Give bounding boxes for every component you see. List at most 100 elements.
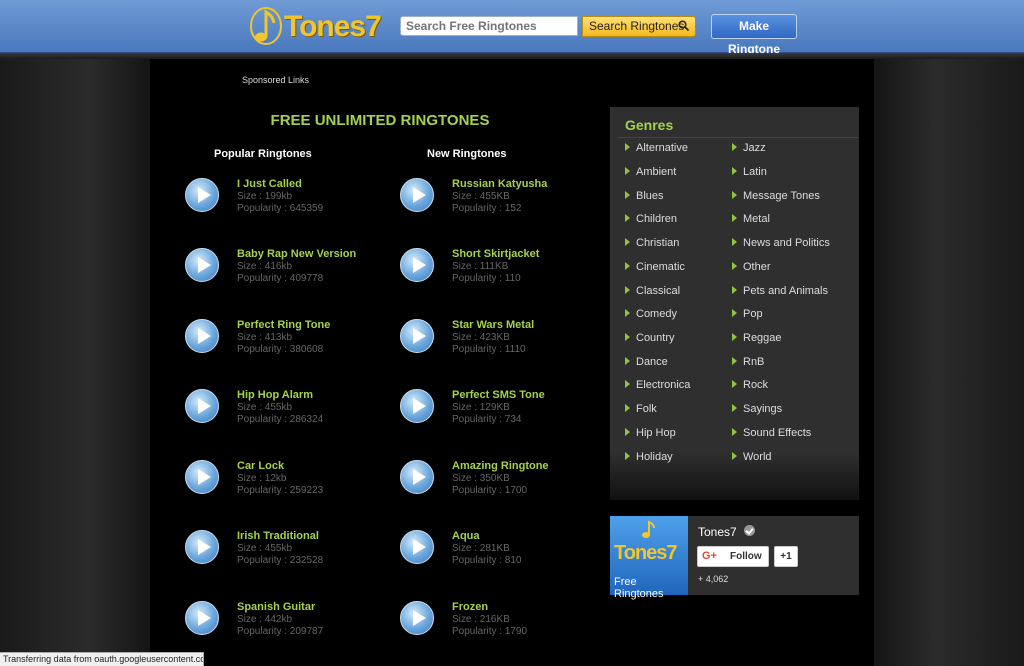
ringtone-title[interactable]: Short Skirtjacket: [452, 248, 539, 260]
play-icon[interactable]: [400, 319, 434, 353]
new-ringtone-item[interactable]: Star Wars Metal Size : 423KB Popularity …: [400, 319, 600, 369]
genre-link[interactable]: Sayings: [732, 403, 782, 415]
ringtone-title[interactable]: Perfect SMS Tone: [452, 389, 545, 401]
play-icon[interactable]: [185, 601, 219, 635]
genre-link[interactable]: Hip Hop: [625, 427, 676, 439]
genre-label: Hip Hop: [636, 427, 676, 439]
genre-link[interactable]: Country: [625, 332, 675, 344]
play-icon[interactable]: [400, 601, 434, 635]
genre-link[interactable]: Jazz: [732, 142, 766, 154]
genre-label: Christian: [636, 237, 680, 249]
play-icon[interactable]: [400, 248, 434, 282]
ringtone-title[interactable]: Hip Hop Alarm: [237, 389, 313, 401]
play-icon[interactable]: [185, 460, 219, 494]
new-ringtone-item[interactable]: Frozen Size : 216KB Popularity : 1790: [400, 601, 600, 651]
play-icon[interactable]: [185, 178, 219, 212]
genre-link[interactable]: RnB: [732, 356, 764, 368]
make-ringtone-button[interactable]: Make Ringtone: [711, 14, 797, 56]
play-icon[interactable]: [185, 389, 219, 423]
plus-one-button[interactable]: +1: [774, 546, 798, 567]
ringtone-title[interactable]: I Just Called: [237, 178, 302, 190]
play-icon[interactable]: [400, 389, 434, 423]
arrow-right-icon: [625, 143, 630, 151]
new-ringtone-item[interactable]: Short Skirtjacket Size : 111KB Popularit…: [400, 248, 600, 298]
genre-link[interactable]: News and Politics: [732, 237, 830, 249]
ringtone-title[interactable]: Frozen: [452, 601, 488, 613]
new-ringtone-item[interactable]: Russian Katyusha Size : 455KB Popularity…: [400, 178, 600, 228]
ringtone-popularity: Popularity : 209787: [237, 626, 324, 637]
ringtone-size: Size : 455kb: [237, 402, 293, 413]
search-input[interactable]: [400, 16, 578, 36]
ringtone-title[interactable]: Russian Katyusha: [452, 178, 547, 190]
popular-ringtone-item[interactable]: Hip Hop Alarm Size : 455kb Popularity : …: [185, 389, 385, 439]
genre-link[interactable]: Rock: [732, 379, 768, 391]
genre-link[interactable]: Christian: [625, 237, 679, 249]
genre-label: Country: [636, 332, 675, 344]
genre-link[interactable]: Ambient: [625, 166, 676, 178]
genres-panel: Genres Alternative Ambient Blues Childre…: [610, 107, 859, 500]
genre-label: Message Tones: [743, 190, 820, 202]
arrow-right-icon: [732, 404, 737, 412]
follow-button[interactable]: G+ Follow: [697, 546, 769, 567]
genre-link[interactable]: Latin: [732, 166, 767, 178]
genre-link[interactable]: Message Tones: [732, 190, 820, 202]
genre-link[interactable]: Pop: [732, 308, 763, 320]
arrow-right-icon: [732, 238, 737, 246]
arrow-right-icon: [625, 404, 630, 412]
genre-link[interactable]: Blues: [625, 190, 664, 202]
page-name[interactable]: Tones7: [698, 525, 737, 539]
ringtone-title[interactable]: Perfect Ring Tone: [237, 319, 330, 331]
site-header: Tones7 Search Ringtones Make Ringtone: [0, 0, 1024, 56]
arrow-right-icon: [732, 167, 737, 175]
new-ringtone-item[interactable]: Perfect SMS Tone Size : 129KB Popularity…: [400, 389, 600, 439]
ringtone-title[interactable]: Baby Rap New Version: [237, 248, 356, 260]
ringtone-title[interactable]: Star Wars Metal: [452, 319, 534, 331]
popular-ringtone-item[interactable]: I Just Called Size : 199kb Popularity : …: [185, 178, 385, 228]
ringtone-title[interactable]: Amazing Ringtone: [452, 460, 549, 472]
ringtone-title[interactable]: Aqua: [452, 530, 480, 542]
ringtone-title[interactable]: Irish Traditional: [237, 530, 319, 542]
site-logo[interactable]: Tones7: [246, 4, 382, 48]
ringtone-title[interactable]: Car Lock: [237, 460, 284, 472]
arrow-right-icon: [625, 238, 630, 246]
genre-label: RnB: [743, 356, 765, 368]
genre-link[interactable]: Reggae: [732, 332, 782, 344]
ringtone-popularity: Popularity : 409778: [237, 273, 324, 284]
search-ringtones-button[interactable]: Search Ringtones: [582, 16, 696, 37]
genre-link[interactable]: Dance: [625, 356, 668, 368]
popular-ringtone-item[interactable]: Spanish Guitar Size : 442kb Popularity :…: [185, 601, 385, 651]
genre-link[interactable]: Pets and Animals: [732, 285, 828, 297]
play-icon[interactable]: [185, 530, 219, 564]
page-avatar[interactable]: Tones7 Free Ringtones: [610, 516, 688, 600]
genre-link[interactable]: World: [732, 451, 772, 463]
arrow-right-icon: [625, 214, 630, 222]
genre-link[interactable]: Electronica: [625, 379, 690, 391]
popular-ringtone-item[interactable]: Car Lock Size : 12kb Popularity : 259223: [185, 460, 385, 510]
play-icon[interactable]: [400, 178, 434, 212]
genre-link[interactable]: Classical: [625, 285, 680, 297]
genre-link[interactable]: Comedy: [625, 308, 677, 320]
genre-link[interactable]: Other: [732, 261, 771, 273]
new-ringtone-item[interactable]: Amazing Ringtone Size : 350KB Popularity…: [400, 460, 600, 510]
genre-link[interactable]: Sound Effects: [732, 427, 811, 439]
popular-ringtone-item[interactable]: Perfect Ring Tone Size : 413kb Popularit…: [185, 319, 385, 369]
play-icon[interactable]: [400, 460, 434, 494]
sponsored-links-label: Sponsored Links: [242, 75, 310, 85]
genre-label: Ambient: [636, 166, 677, 178]
play-icon[interactable]: [185, 248, 219, 282]
arrow-right-icon: [732, 333, 737, 341]
genre-link[interactable]: Cinematic: [625, 261, 685, 273]
popular-ringtone-item[interactable]: Irish Traditional Size : 455kb Popularit…: [185, 530, 385, 580]
arrow-right-icon: [732, 262, 737, 270]
ringtone-title[interactable]: Spanish Guitar: [237, 601, 315, 613]
new-ringtone-item[interactable]: Aqua Size : 281KB Popularity : 810: [400, 530, 600, 580]
genre-link[interactable]: Metal: [732, 213, 770, 225]
play-icon[interactable]: [400, 530, 434, 564]
ringtone-size: Size : 350KB: [452, 473, 510, 484]
genre-link[interactable]: Holiday: [625, 451, 673, 463]
genre-link[interactable]: Alternative: [625, 142, 688, 154]
play-icon[interactable]: [185, 319, 219, 353]
popular-ringtone-item[interactable]: Baby Rap New Version Size : 416kb Popula…: [185, 248, 385, 298]
genre-link[interactable]: Folk: [625, 403, 657, 415]
genre-link[interactable]: Children: [625, 213, 677, 225]
